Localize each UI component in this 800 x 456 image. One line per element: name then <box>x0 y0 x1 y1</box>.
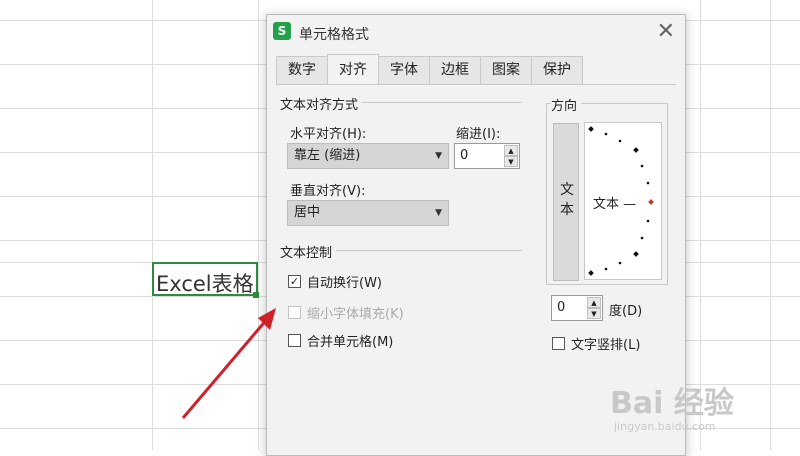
watermark-url: jingyan.baidu.com <box>614 420 716 433</box>
watermark-logo: Bai 经验 <box>610 386 734 421</box>
